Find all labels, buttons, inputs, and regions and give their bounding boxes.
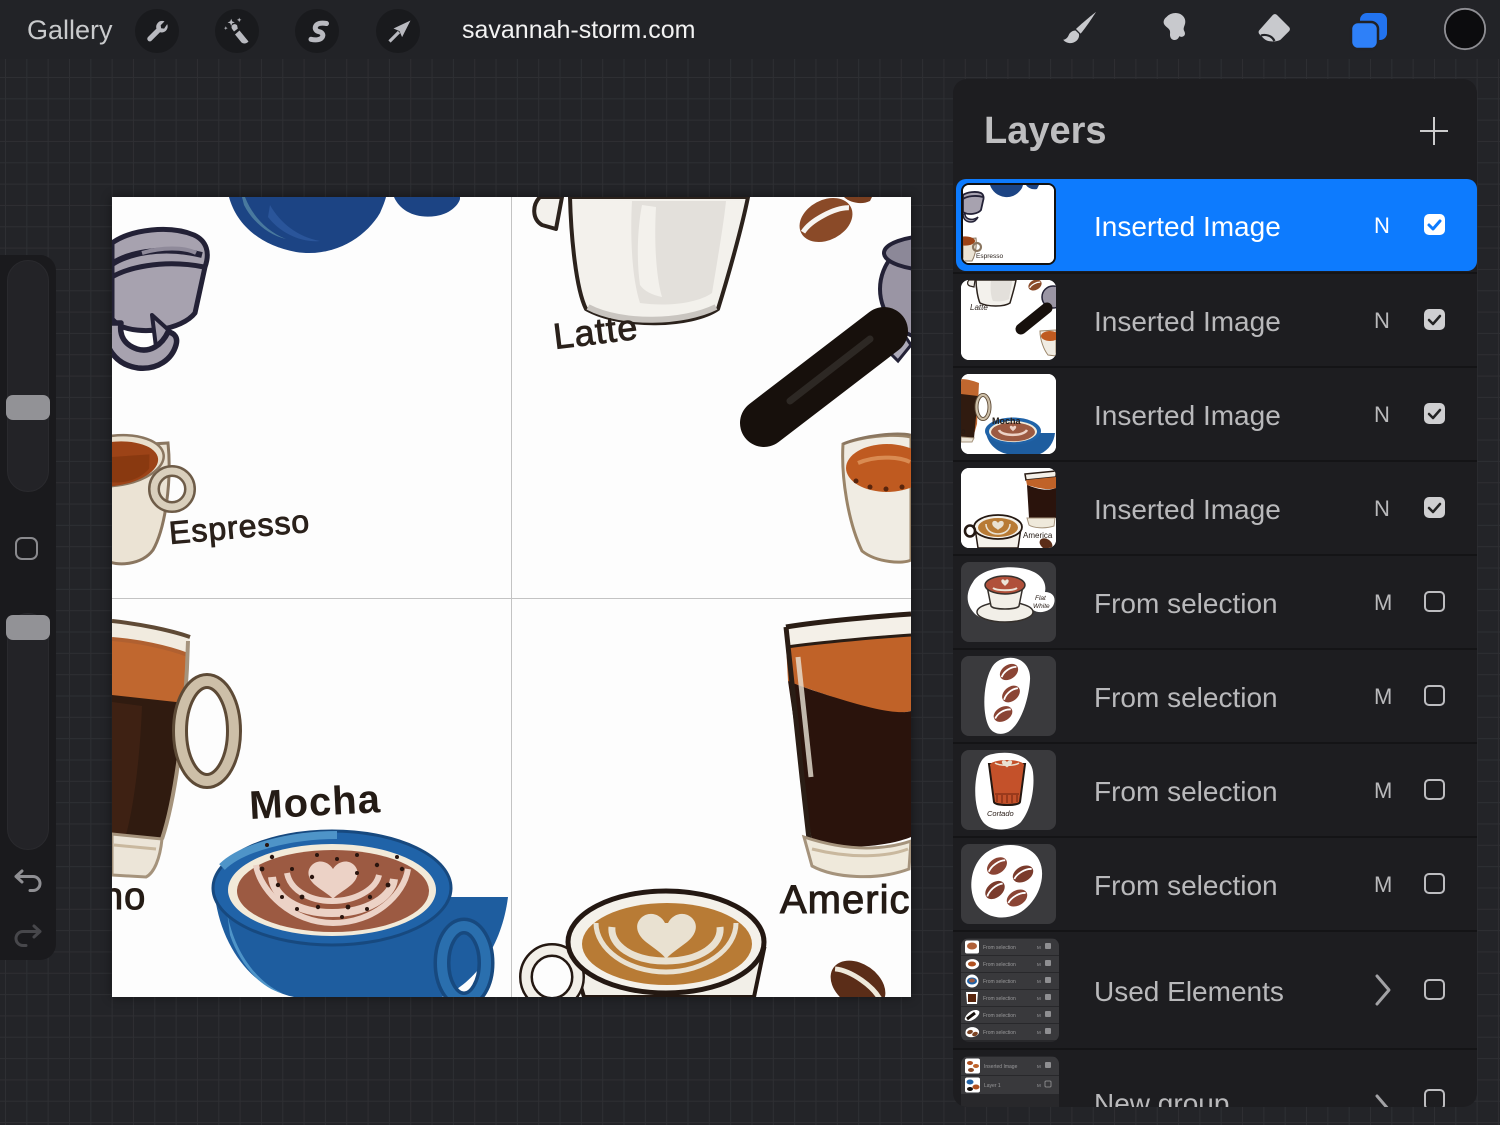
svg-text:Flat: Flat [1035, 595, 1047, 602]
svg-text:M: M [1037, 1083, 1041, 1088]
svg-text:America: America [1023, 531, 1053, 540]
svg-text:From selection: From selection [983, 1013, 1016, 1019]
svg-text:Espresso: Espresso [976, 253, 1003, 260]
svg-text:Latte: Latte [970, 303, 988, 312]
svg-text:Espresso: Espresso [167, 503, 311, 551]
svg-text:M: M [1037, 1030, 1041, 1035]
svg-text:From selection: From selection [983, 979, 1016, 985]
svg-text:Inserted Image: Inserted Image [984, 1064, 1018, 1070]
svg-text:Mocha: Mocha [992, 416, 1021, 426]
svg-text:Layer 1: Layer 1 [984, 1083, 1001, 1089]
svg-text:M: M [1037, 996, 1041, 1001]
svg-text:Mocha: Mocha [248, 777, 382, 828]
svg-text:no: no [112, 876, 146, 918]
svg-text:Latte: Latte [551, 306, 640, 357]
svg-text:From selection: From selection [983, 996, 1016, 1002]
svg-text:White: White [1033, 603, 1050, 610]
svg-text:From selection: From selection [983, 945, 1016, 951]
svg-text:o: o [961, 427, 966, 436]
svg-text:M: M [1037, 1013, 1041, 1018]
svg-text:M: M [1037, 1064, 1041, 1069]
svg-text:M: M [1037, 962, 1041, 967]
svg-text:From selection: From selection [983, 962, 1016, 968]
svg-text:America: America [780, 878, 911, 922]
svg-text:Cortado: Cortado [987, 809, 1014, 818]
svg-text:From selection: From selection [983, 1030, 1016, 1036]
svg-text:M: M [1037, 979, 1041, 984]
svg-text:M: M [1037, 945, 1041, 950]
